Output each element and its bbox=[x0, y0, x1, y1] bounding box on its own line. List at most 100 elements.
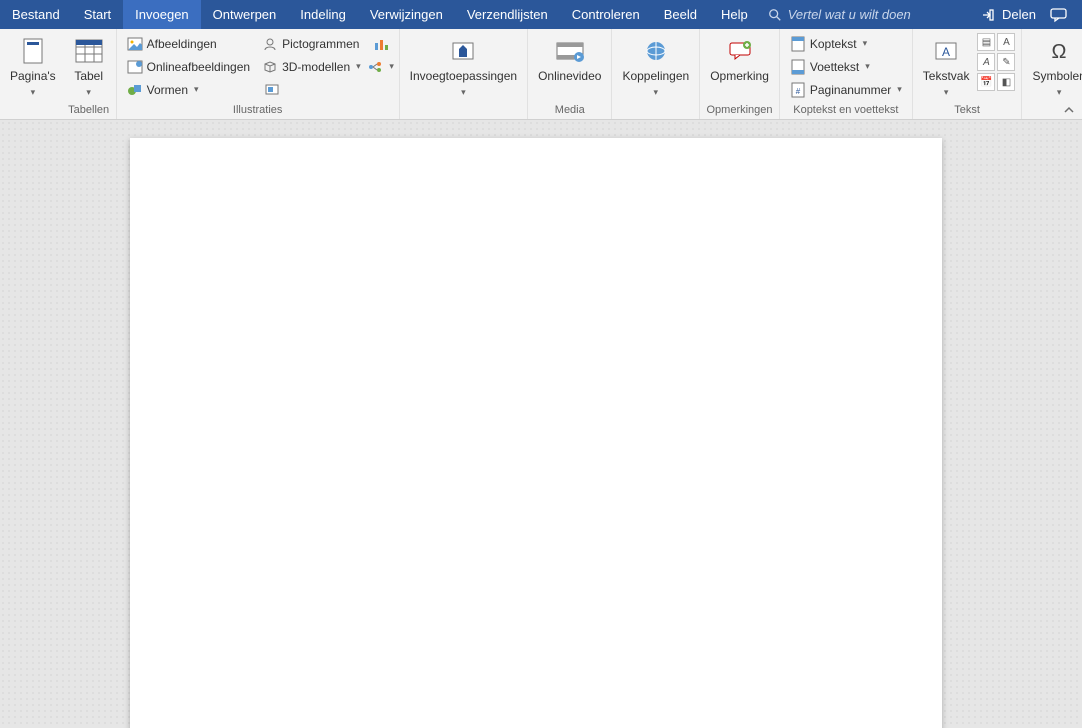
group-label-tekst: Tekst bbox=[917, 102, 1018, 119]
tab-start[interactable]: Start bbox=[72, 0, 123, 29]
afbeeldingen-label: Afbeeldingen bbox=[147, 37, 217, 51]
wordart-icon: A bbox=[1003, 37, 1010, 48]
tab-bestand[interactable]: Bestand bbox=[0, 0, 72, 29]
screenshot-icon bbox=[264, 82, 280, 98]
group-koppelingen: Koppelingen ▾ bbox=[612, 29, 700, 119]
tab-help[interactable]: Help bbox=[709, 0, 760, 29]
symbolen-button[interactable]: Ω Symbolen ▾ bbox=[1026, 31, 1082, 99]
document-area[interactable] bbox=[0, 120, 1082, 728]
group-label-opmerkingen: Opmerkingen bbox=[704, 102, 775, 119]
share-area: Delen bbox=[966, 7, 1082, 23]
collapse-ribbon-button[interactable] bbox=[1062, 103, 1076, 117]
tab-strip: Bestand Start Invoegen Ontwerpen Indelin… bbox=[0, 0, 1082, 29]
group-invoegtoepassingen: Invoegtoepassingen ▾ bbox=[400, 29, 528, 119]
vormen-button[interactable]: Vormen ▾ bbox=[123, 79, 254, 100]
group-illustraties: Afbeeldingen Onlineafbeeldingen Vormen ▾… bbox=[117, 29, 400, 119]
tabel-button[interactable]: Tabel ▾ bbox=[66, 31, 112, 99]
afbeeldingen-button[interactable]: Afbeeldingen bbox=[123, 33, 254, 54]
onlineafbeeldingen-label: Onlineafbeeldingen bbox=[147, 60, 250, 74]
quickparts-icon: ▤ bbox=[982, 37, 991, 48]
voettekst-button[interactable]: Voettekst ▾ bbox=[786, 56, 906, 77]
chevron-up-icon bbox=[1062, 103, 1076, 117]
opmerking-button[interactable]: Opmerking bbox=[704, 31, 775, 83]
group-label-tabellen: Tabellen bbox=[66, 102, 112, 119]
cube-icon bbox=[262, 59, 278, 75]
pagenumber-icon: # bbox=[790, 82, 806, 98]
invoegtoepassingen-button[interactable]: Invoegtoepassingen ▾ bbox=[404, 31, 523, 99]
dropcap-button[interactable]: A bbox=[977, 53, 995, 71]
dropdown-caret: ▾ bbox=[389, 61, 394, 72]
dropdown-caret: ▾ bbox=[654, 85, 659, 99]
tab-verwijzingen[interactable]: Verwijzingen bbox=[358, 0, 455, 29]
online-picture-icon bbox=[127, 59, 143, 75]
datetime-button[interactable]: 📅 bbox=[977, 73, 995, 91]
dropdown-caret: ▾ bbox=[461, 85, 466, 99]
tab-beeld[interactable]: Beeld bbox=[652, 0, 709, 29]
tab-indeling[interactable]: Indeling bbox=[288, 0, 358, 29]
vormen-label: Vormen bbox=[147, 83, 188, 97]
pictogrammen-label: Pictogrammen bbox=[282, 37, 359, 51]
koptekst-button[interactable]: Koptekst ▾ bbox=[786, 33, 906, 54]
table-icon bbox=[73, 35, 105, 67]
3dmodellen-label: 3D-modellen bbox=[282, 60, 350, 74]
group-tekst: A Tekstvak ▾ ▤ A A ✎ 📅 ◧ Tekst bbox=[913, 29, 1023, 119]
wordart-button[interactable]: A bbox=[997, 33, 1015, 51]
quickparts-button[interactable]: ▤ bbox=[977, 33, 995, 51]
dropcap-icon: A bbox=[983, 57, 990, 68]
addins-icon bbox=[447, 35, 479, 67]
dropdown-caret: ▾ bbox=[31, 85, 36, 99]
tab-verzendlijsten[interactable]: Verzendlijsten bbox=[455, 0, 560, 29]
icons-icon bbox=[262, 36, 278, 52]
symbolen-label: Symbolen bbox=[1032, 69, 1082, 83]
tekstvak-button[interactable]: A Tekstvak ▾ bbox=[917, 31, 976, 99]
textbox-icon: A bbox=[930, 35, 962, 67]
3dmodellen-button[interactable]: 3D-modellen ▾ bbox=[258, 56, 365, 77]
svg-text:Ω: Ω bbox=[1052, 41, 1067, 63]
ribbon: Pagina's ▾ Tabel ▾ Tabellen Afbeeldinge bbox=[0, 29, 1082, 120]
tab-ontwerpen[interactable]: Ontwerpen bbox=[201, 0, 289, 29]
group-paginas: Pagina's ▾ bbox=[0, 29, 62, 119]
tab-invoegen[interactable]: Invoegen bbox=[123, 0, 201, 29]
pictogrammen-button[interactable]: Pictogrammen bbox=[258, 33, 365, 54]
header-icon bbox=[790, 36, 806, 52]
tabel-label: Tabel bbox=[74, 69, 103, 83]
dropdown-caret: ▾ bbox=[944, 85, 949, 99]
date-icon: 📅 bbox=[980, 77, 992, 88]
smartart-button[interactable]: ▾ bbox=[369, 56, 393, 77]
dropdown-caret: ▾ bbox=[1057, 85, 1062, 99]
link-icon bbox=[640, 35, 672, 67]
picture-icon bbox=[127, 36, 143, 52]
dropdown-caret: ▾ bbox=[194, 84, 199, 95]
document-page[interactable] bbox=[130, 138, 942, 728]
paginas-button[interactable]: Pagina's ▾ bbox=[4, 31, 62, 99]
chart-button[interactable] bbox=[369, 33, 393, 54]
footer-icon bbox=[790, 59, 806, 75]
invoegtoepassingen-label: Invoegtoepassingen bbox=[410, 69, 517, 83]
group-tabellen: Tabel ▾ Tabellen bbox=[62, 29, 117, 119]
dropdown-caret: ▾ bbox=[86, 85, 91, 99]
tell-me-search[interactable]: Vertel wat u wilt doen bbox=[760, 7, 966, 22]
screenshot-button[interactable] bbox=[258, 79, 286, 100]
share-label: Delen bbox=[1002, 7, 1036, 22]
koppelingen-button[interactable]: Koppelingen ▾ bbox=[616, 31, 695, 99]
tekstvak-label: Tekstvak bbox=[923, 69, 970, 83]
group-media: Onlinevideo Media bbox=[528, 29, 612, 119]
search-icon bbox=[768, 8, 782, 22]
onlineafbeeldingen-button[interactable]: Onlineafbeeldingen bbox=[123, 56, 254, 77]
video-icon bbox=[554, 35, 586, 67]
group-opmerkingen: Opmerking Opmerkingen bbox=[700, 29, 780, 119]
paginanummer-button[interactable]: # Paginanummer ▾ bbox=[786, 79, 906, 100]
svg-text:A: A bbox=[942, 45, 950, 59]
comments-icon[interactable] bbox=[1050, 7, 1068, 23]
tab-controleren[interactable]: Controleren bbox=[560, 0, 652, 29]
paginanummer-label: Paginanummer bbox=[810, 83, 891, 97]
comment-icon bbox=[724, 35, 756, 67]
signature-button[interactable]: ✎ bbox=[997, 53, 1015, 71]
onlinevideo-button[interactable]: Onlinevideo bbox=[532, 31, 607, 83]
share-button[interactable]: Delen bbox=[980, 7, 1036, 23]
object-button[interactable]: ◧ bbox=[997, 73, 1015, 91]
onlinevideo-label: Onlinevideo bbox=[538, 69, 601, 83]
koptekst-label: Koptekst bbox=[810, 37, 857, 51]
dropdown-caret: ▾ bbox=[865, 61, 870, 72]
opmerking-label: Opmerking bbox=[710, 69, 769, 83]
